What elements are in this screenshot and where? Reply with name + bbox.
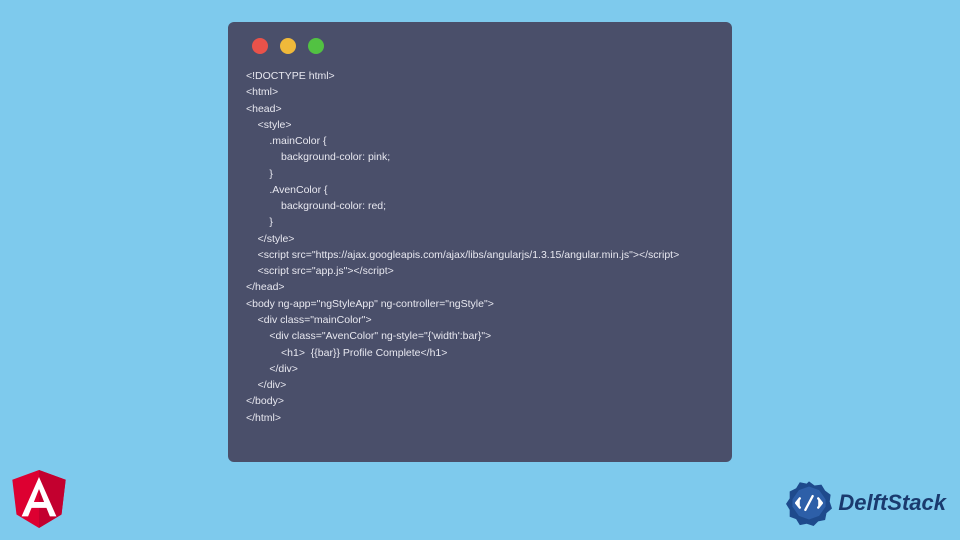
delftstack-text: DelftStack (838, 490, 946, 516)
delftstack-logo: DelftStack (786, 480, 946, 526)
close-icon[interactable] (252, 38, 268, 54)
traffic-lights (252, 38, 714, 54)
maximize-icon[interactable] (308, 38, 324, 54)
angular-logo-icon (10, 468, 68, 530)
code-content: <!DOCTYPE html> <html> <head> <style> .m… (246, 68, 714, 426)
minimize-icon[interactable] (280, 38, 296, 54)
delftstack-badge-icon (786, 480, 832, 526)
code-window: <!DOCTYPE html> <html> <head> <style> .m… (228, 22, 732, 462)
